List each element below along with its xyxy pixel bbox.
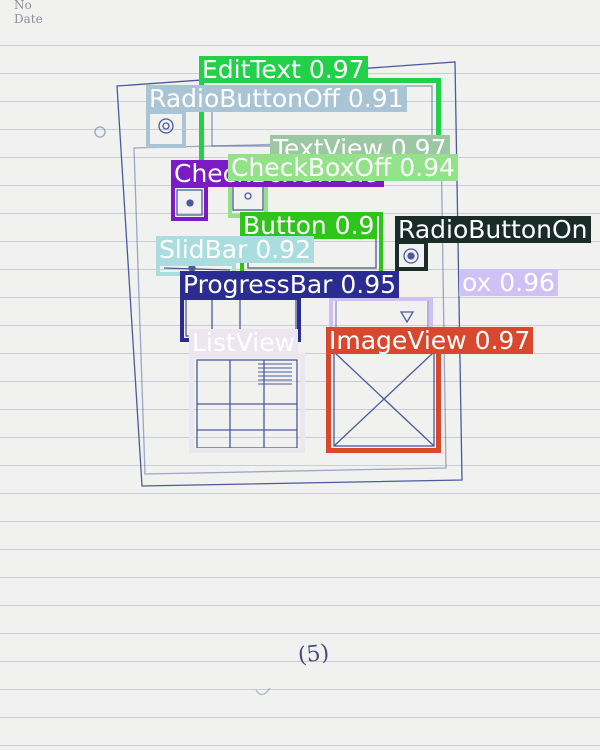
detection-box-checkboxon bbox=[171, 184, 208, 221]
detection-box-radiobuttonoff bbox=[146, 110, 186, 148]
detection-box-imageview bbox=[326, 345, 441, 453]
detection-label-radiobuttonon: RadioButtonOn bbox=[395, 216, 591, 243]
detection-label-checkboxoff: CheckBoxOff 0.94 bbox=[228, 154, 458, 181]
detection-label-edittext: EditText 0.97 bbox=[199, 56, 368, 83]
detection-label-listview: ListView bbox=[189, 329, 299, 356]
detection-label-progressbar: ProgressBar 0.95 bbox=[180, 271, 400, 298]
detection-label-checkbox: ox 0.96 bbox=[459, 269, 558, 296]
detection-label-radiobuttonoff: RadioButtonOff 0.91 bbox=[146, 85, 407, 112]
detection-box-listview bbox=[189, 353, 305, 453]
page-number: (5) bbox=[296, 640, 331, 669]
detection-box-radiobuttonon bbox=[395, 240, 428, 271]
detection-label-imageview: ImageView 0.97 bbox=[326, 327, 534, 354]
detection-label-slidbar: SlidBar 0.92 bbox=[156, 236, 314, 263]
